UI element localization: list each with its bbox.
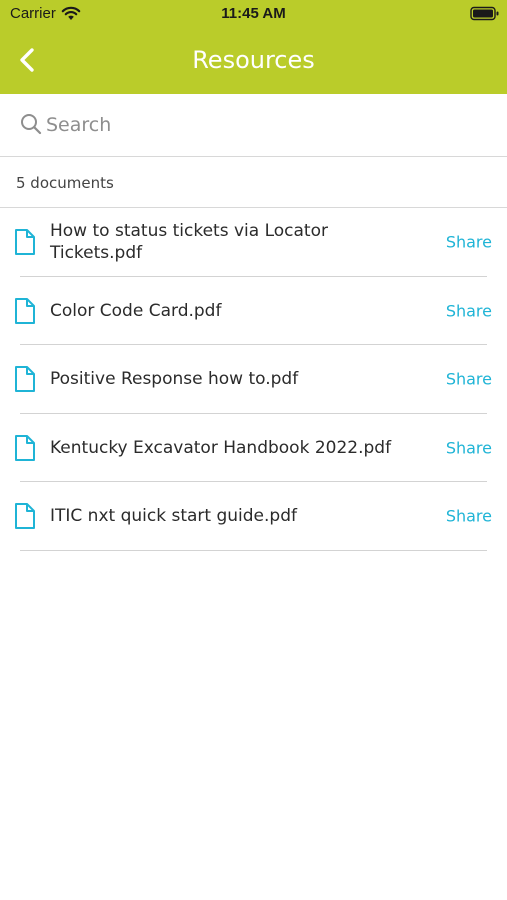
page-title: Resources (192, 46, 315, 74)
document-count-bar: 5 documents (0, 158, 507, 208)
status-bar: Carrier 11:45 AM (0, 0, 507, 28)
document-name: How to status tickets via Locator Ticket… (50, 221, 328, 264)
nav-header: Carrier 11:45 AM Resources (0, 0, 507, 94)
share-button[interactable]: Share (446, 438, 492, 457)
share-button[interactable]: Share (446, 233, 492, 252)
share-button[interactable]: Share (446, 301, 492, 320)
document-icon (15, 229, 35, 256)
list-item[interactable]: How to status tickets via Locator Ticket… (0, 208, 507, 277)
list-item[interactable]: Color Code Card.pdf Share (0, 277, 507, 346)
document-name: Kentucky Excavator Handbook 2022.pdf (50, 437, 392, 458)
document-name: Color Code Card.pdf (50, 300, 222, 321)
share-button[interactable]: Share (446, 507, 492, 526)
status-time: 11:45 AM (221, 5, 286, 22)
search-icon (21, 114, 42, 135)
document-list: How to status tickets via Locator Ticket… (0, 208, 507, 551)
document-count: 5 documents (16, 174, 114, 192)
document-name: Positive Response how to.pdf (50, 369, 299, 390)
list-item[interactable]: Kentucky Excavator Handbook 2022.pdf Sha… (0, 414, 507, 483)
battery-icon (470, 6, 499, 21)
list-item[interactable]: Positive Response how to.pdf Share (0, 345, 507, 414)
document-name: ITIC nxt quick start guide.pdf (50, 506, 297, 527)
document-icon (15, 434, 35, 461)
search-input[interactable] (46, 108, 486, 142)
list-item[interactable]: ITIC nxt quick start guide.pdf Share (0, 482, 507, 551)
document-icon (15, 366, 35, 393)
document-icon (15, 503, 35, 530)
document-icon (15, 297, 35, 324)
search-bar[interactable] (0, 94, 507, 157)
share-button[interactable]: Share (446, 370, 492, 389)
